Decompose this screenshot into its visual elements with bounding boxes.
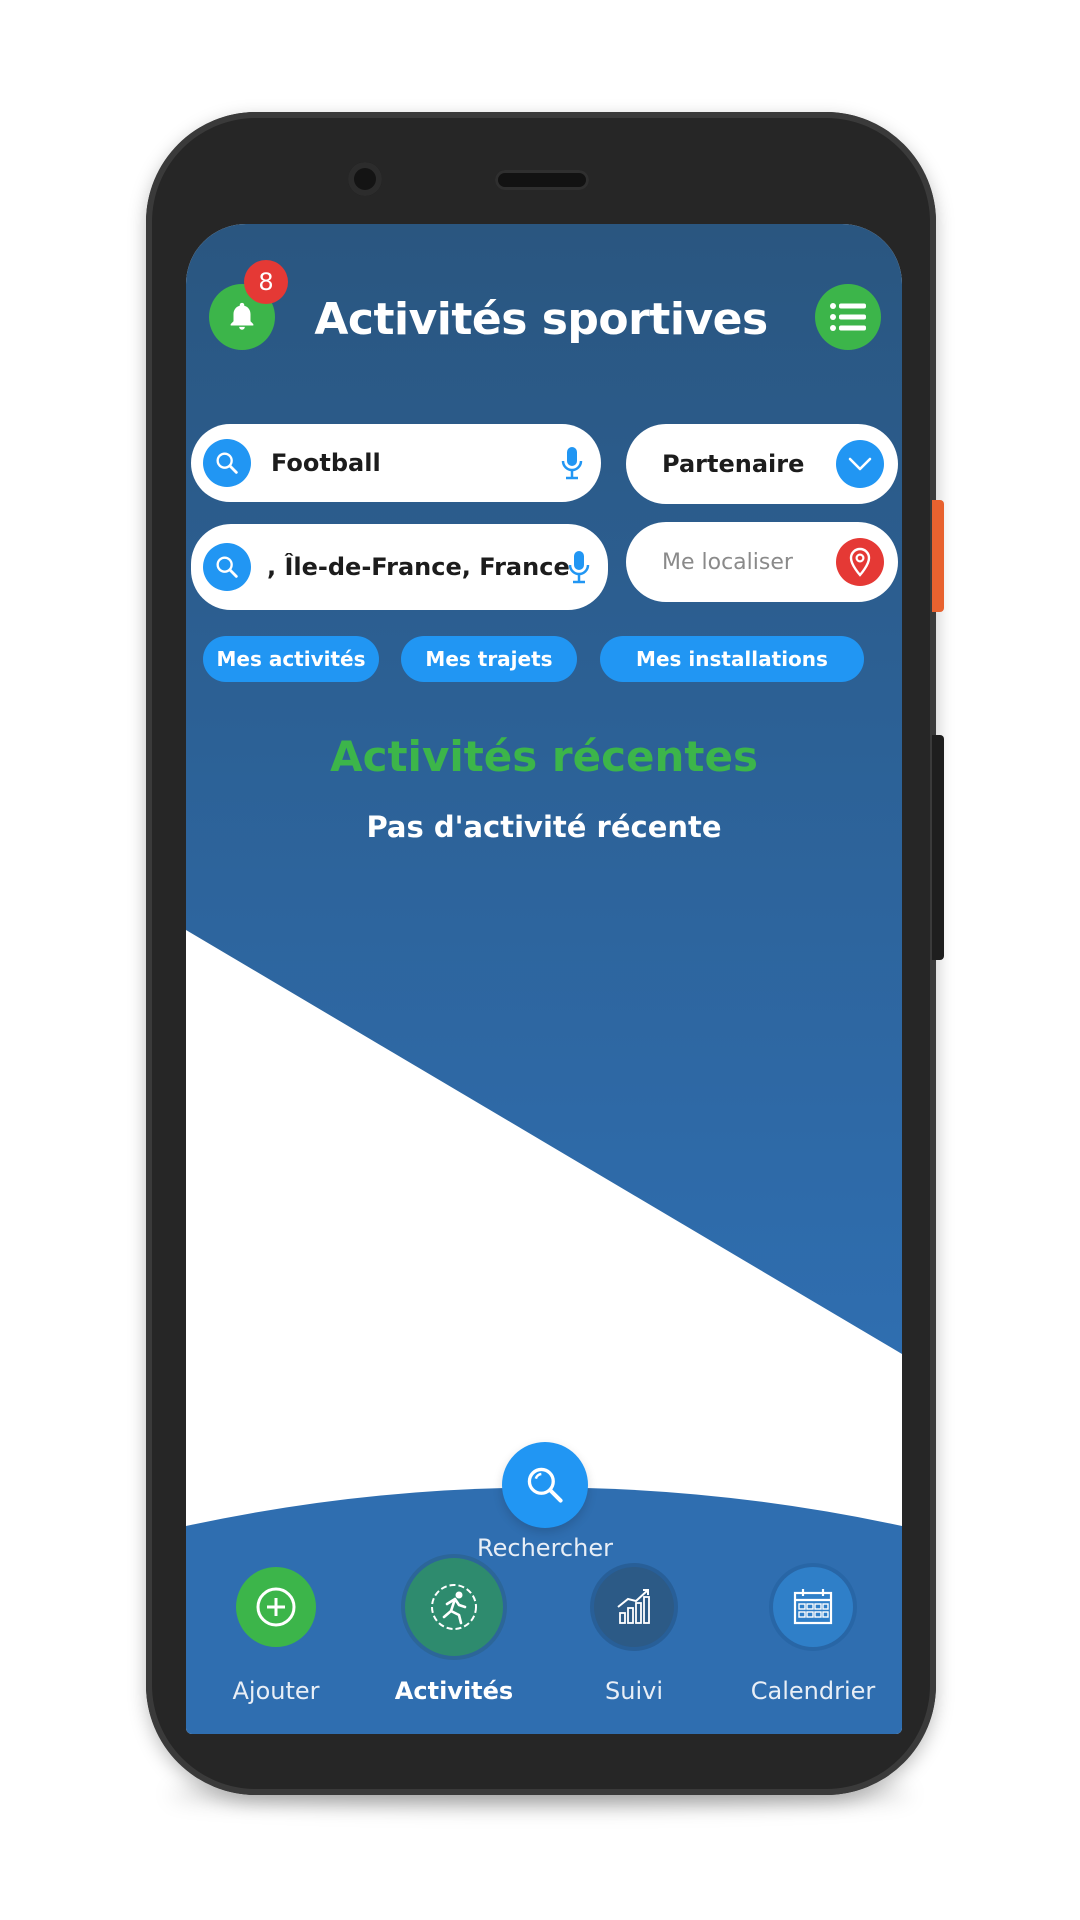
- menu-button[interactable]: [815, 284, 881, 350]
- nav-calendar-label: Calendrier: [750, 1677, 876, 1705]
- nav-calendar[interactable]: Calendrier: [723, 1567, 902, 1717]
- my-activities-button[interactable]: Mes activités: [203, 636, 379, 682]
- partner-dropdown-value: Partenaire: [662, 450, 805, 478]
- activity-search-value: Football: [271, 449, 381, 477]
- locate-me-button[interactable]: Me localiser: [626, 522, 898, 602]
- my-routes-button[interactable]: Mes trajets: [401, 636, 577, 682]
- top-bar: 8 Activités sportives: [186, 224, 902, 364]
- nav-tracking-label: Suivi: [605, 1677, 663, 1705]
- recent-activities-title: Activités récentes: [330, 732, 758, 781]
- calendar-icon: [773, 1567, 853, 1647]
- location-search-value: , Île-de-France, France: [267, 553, 570, 581]
- my-facilities-button[interactable]: Mes installations: [600, 636, 864, 682]
- front-camera: [348, 162, 382, 196]
- locate-me-label: Me localiser: [662, 549, 793, 575]
- nav-tracking[interactable]: Suivi: [544, 1567, 724, 1717]
- runner-icon: [405, 1558, 503, 1656]
- add-circle-icon: [236, 1567, 316, 1647]
- page-title: Activités sportives: [314, 294, 768, 345]
- nav-activities-label: Activités: [394, 1677, 514, 1705]
- search-icon: [527, 1467, 563, 1503]
- activity-search-field[interactable]: Football: [191, 424, 601, 502]
- power-button: [932, 500, 944, 612]
- list-menu-icon: [830, 303, 866, 331]
- volume-button: [932, 735, 944, 960]
- chevron-down-icon: [836, 440, 884, 488]
- notification-badge: 8: [244, 260, 288, 304]
- nav-activities[interactable]: Activités: [364, 1558, 544, 1717]
- map-pin-icon: [836, 538, 884, 586]
- partner-dropdown[interactable]: Partenaire: [626, 424, 898, 504]
- microphone-icon[interactable]: [568, 550, 590, 584]
- bell-icon: [230, 302, 254, 330]
- nav-add-label: Ajouter: [232, 1677, 320, 1705]
- search-icon: [203, 439, 251, 487]
- app-screen: 8 Activités sportives Football , Île-de-…: [186, 224, 902, 1734]
- location-search-field[interactable]: , Île-de-France, France: [191, 524, 608, 610]
- chart-icon: [594, 1567, 674, 1647]
- search-fab-button[interactable]: [502, 1442, 588, 1528]
- nav-add[interactable]: Ajouter: [186, 1567, 366, 1717]
- recent-activities-empty: Pas d'activité récente: [366, 810, 722, 844]
- microphone-icon[interactable]: [561, 446, 583, 480]
- search-icon: [203, 543, 251, 591]
- earpiece-speaker: [495, 170, 589, 190]
